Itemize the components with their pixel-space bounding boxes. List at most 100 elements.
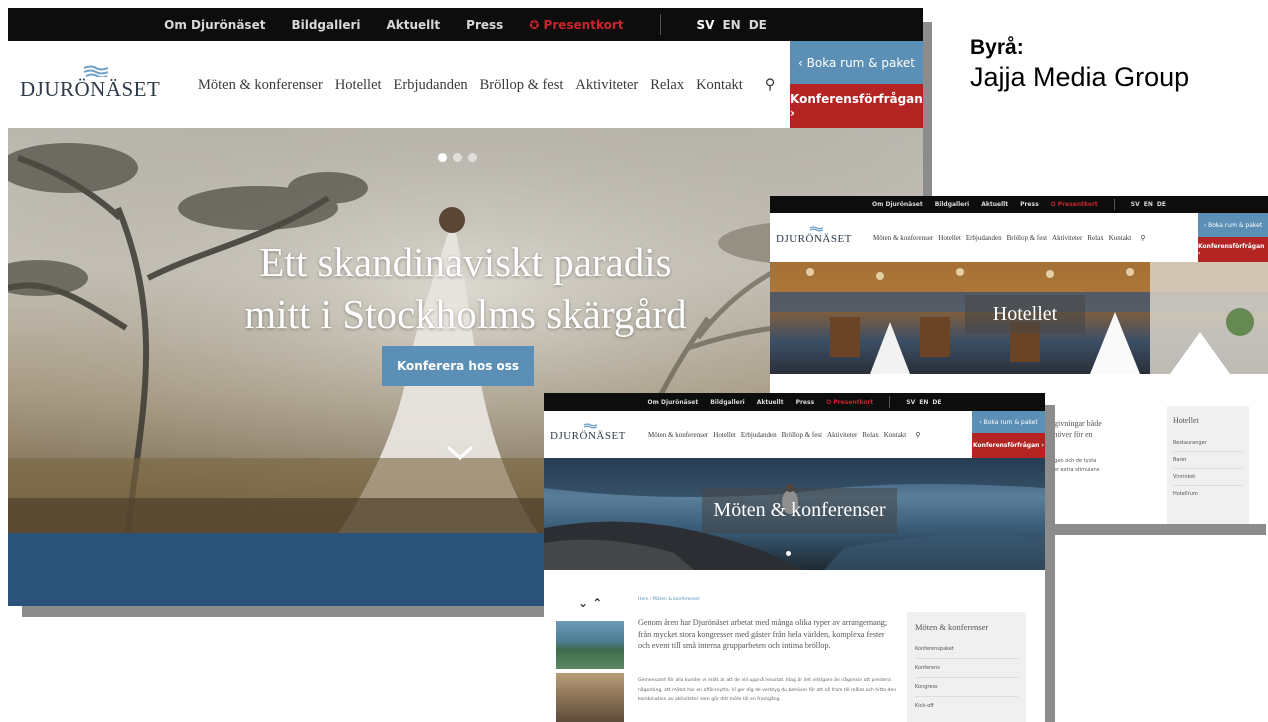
logo[interactable]: DJURÖNÄSET <box>776 226 852 245</box>
nav-item-hotel[interactable]: Hotellet <box>335 77 382 94</box>
lang-sv[interactable]: SV <box>697 18 715 32</box>
nav-item-hotel[interactable]: Hotellet <box>713 431 736 439</box>
hotel-body-line: e ger extra stimulans <box>1046 467 1100 473</box>
sidebar-item-congress[interactable]: Kongress <box>915 678 1018 697</box>
logo[interactable]: DJURÖNÄSET <box>550 423 626 442</box>
gift-icon: ✪ <box>826 398 832 406</box>
carousel-dot[interactable] <box>468 153 477 162</box>
nav-item-weddings[interactable]: Bröllop & fest <box>480 77 564 94</box>
lang-de[interactable]: DE <box>749 18 767 32</box>
search-icon[interactable]: ⚲ <box>915 431 920 439</box>
topbar-link-news[interactable]: Aktuellt <box>981 201 1008 208</box>
topbar-link-giftcard[interactable]: ✪ Presentkort <box>529 18 623 32</box>
hotel-intro-line: behöver för en <box>1046 430 1093 439</box>
topbar-divider <box>659 14 661 35</box>
topbar-link-giftcard[interactable]: ✪ Presentkort <box>826 399 873 406</box>
conference-request-button[interactable]: Konferensförfrågan › <box>1198 237 1268 262</box>
gift-label: Presentkort <box>543 17 624 32</box>
sidebar-title: Hotellet <box>1173 416 1199 425</box>
book-room-button[interactable]: ‹ Boka rum & paket <box>972 411 1045 433</box>
lang-en[interactable]: EN <box>722 18 740 32</box>
carousel-dots <box>438 153 477 162</box>
topbar-link-about[interactable]: Om Djurönäset <box>164 18 265 32</box>
sidebar-item-conference[interactable]: Konferens <box>915 659 1018 678</box>
logo-flag-icon <box>810 226 824 232</box>
book-room-button[interactable]: ‹ Boka rum & paket <box>790 41 923 84</box>
carousel-dot[interactable] <box>786 551 791 556</box>
nav-item-meetings[interactable]: Möten & konferenser <box>198 77 323 94</box>
lang-sv[interactable]: SV <box>1131 201 1140 208</box>
logo[interactable]: DJURÖNÄSET <box>20 65 160 102</box>
nav-item-meetings[interactable]: Möten & konferenser <box>648 431 708 439</box>
nav-item-activities[interactable]: Aktiviteter <box>1052 234 1082 242</box>
sidebar-item-kickoff[interactable]: Kick-off <box>915 697 1018 715</box>
main-nav: Möten & konferenser Hotellet Erbjudanden… <box>648 431 920 439</box>
nav-item-weddings[interactable]: Bröllop & fest <box>782 431 822 439</box>
topbar-link-news[interactable]: Aktuellt <box>757 399 784 406</box>
meetings-lead-text: Genom åren har Djurönäset arbetat med må… <box>638 618 888 650</box>
meetings-sidebar: Möten & konferenser Konferenspaket Konfe… <box>907 612 1026 722</box>
hotel-banner-image: Hotellet <box>770 262 1268 374</box>
carousel-dot[interactable] <box>453 153 462 162</box>
nav-item-hotel[interactable]: Hotellet <box>938 234 961 242</box>
topbar-divider <box>889 396 891 408</box>
topbar-link-press[interactable]: Press <box>1020 201 1039 208</box>
lang-en[interactable]: EN <box>919 399 928 406</box>
meetings-page-screenshot: Om Djurönäset Bildgalleri Aktuellt Press… <box>544 393 1045 722</box>
nav-item-relax[interactable]: Relax <box>650 77 684 94</box>
nav-item-activities[interactable]: Aktiviteter <box>827 431 857 439</box>
agency-caption: Byrå: Jajja Media Group <box>970 36 1189 93</box>
topbar-link-gallery[interactable]: Bildgalleri <box>291 18 360 32</box>
topbar-link-about[interactable]: Om Djurönäset <box>872 201 923 208</box>
logo-flag-icon <box>584 423 598 429</box>
hotel-intro-line: nngivningar både <box>1046 419 1102 428</box>
nav-item-offers[interactable]: Erbjudanden <box>966 234 1002 242</box>
banner-title: Hotellet <box>992 302 1058 325</box>
gift-icon: ✪ <box>529 17 540 32</box>
main-nav: Möten & konferenser Hotellet Erbjudanden… <box>873 234 1145 242</box>
topbar-link-gallery[interactable]: Bildgalleri <box>710 399 745 406</box>
nav-item-activities[interactable]: Aktiviteter <box>575 77 638 94</box>
lang-en[interactable]: EN <box>1144 201 1153 208</box>
nav-item-weddings[interactable]: Bröllop & fest <box>1007 234 1047 242</box>
top-utility-bar: Om Djurönäset Bildgalleri Aktuellt Press… <box>544 393 1045 411</box>
chevron-down-icon[interactable] <box>445 444 475 462</box>
nav-item-relax[interactable]: Relax <box>1087 234 1103 242</box>
lang-de[interactable]: DE <box>1157 201 1166 208</box>
conference-request-button[interactable]: Konferensförfrågan › <box>790 84 923 128</box>
thumbnail-conference-room[interactable] <box>556 673 624 722</box>
search-icon[interactable]: ⚲ <box>1140 234 1145 242</box>
sidebar-item-wine[interactable]: Vinrinket <box>1173 469 1243 486</box>
sidebar-item-packages[interactable]: Konferenspaket <box>915 640 1018 659</box>
hotel-intro-line: rd. <box>1046 440 1146 451</box>
nav-item-relax[interactable]: Relax <box>862 431 878 439</box>
thumbnail-archipelago[interactable] <box>556 621 624 669</box>
search-icon[interactable]: ⚲ <box>765 77 776 94</box>
thumb-nav-arrows[interactable]: ⌄ ⌃ <box>578 596 602 610</box>
banner-title: Möten & konferenser <box>713 499 886 521</box>
sidebar-item-bars[interactable]: Barer <box>1173 452 1243 469</box>
nav-item-offers[interactable]: Erbjudanden <box>394 77 468 94</box>
nav-item-contact[interactable]: Kontakt <box>884 431 907 439</box>
nav-item-contact[interactable]: Kontakt <box>1109 234 1132 242</box>
banner-title-box: Hotellet <box>965 295 1085 333</box>
lang-sv[interactable]: SV <box>906 399 915 406</box>
topbar-link-about[interactable]: Om Djurönäset <box>648 399 699 406</box>
lang-de[interactable]: DE <box>932 399 941 406</box>
nav-item-contact[interactable]: Kontakt <box>696 77 743 94</box>
nav-item-meetings[interactable]: Möten & konferenser <box>873 234 933 242</box>
topbar-link-press[interactable]: Press <box>796 399 815 406</box>
book-room-button[interactable]: ‹ Boka rum & paket <box>1198 213 1268 237</box>
conference-request-button[interactable]: Konferensförfrågan › <box>972 433 1045 458</box>
topbar-link-news[interactable]: Aktuellt <box>387 18 441 32</box>
carousel-dot[interactable] <box>438 153 447 162</box>
topbar-link-press[interactable]: Press <box>466 18 503 32</box>
topbar-link-gallery[interactable]: Bildgalleri <box>935 201 970 208</box>
hero-cta-button[interactable]: Konferera hos oss <box>382 346 534 386</box>
sidebar-item-rooms[interactable]: Hotellrum <box>1173 486 1243 502</box>
topbar-link-giftcard[interactable]: ✪ Presentkort <box>1051 201 1098 208</box>
main-header: DJURÖNÄSET Möten & konferenser Hotellet … <box>770 213 1268 262</box>
nav-item-offers[interactable]: Erbjudanden <box>741 431 777 439</box>
sidebar-item-restaurants[interactable]: Restauranger <box>1173 435 1243 452</box>
hotel-intro: nngivningar både behöver för en rd. rang… <box>1046 418 1146 475</box>
